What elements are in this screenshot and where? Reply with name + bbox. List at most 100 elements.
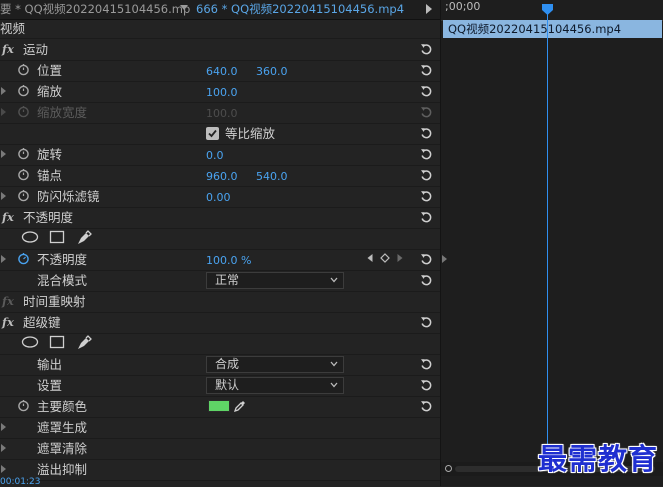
- stopwatch-icon[interactable]: [17, 189, 30, 202]
- zoom-handle-icon[interactable]: [445, 465, 452, 472]
- expand-triangle-icon[interactable]: [1, 423, 6, 431]
- tab-source[interactable]: 要 * QQ视频20220415104456.mp4: [0, 0, 190, 19]
- stopwatch-active-icon[interactable]: [17, 252, 30, 265]
- stopwatch-icon[interactable]: [17, 84, 30, 97]
- anchor-x-value[interactable]: 960.0: [206, 169, 238, 184]
- blend-mode-dropdown[interactable]: 正常: [206, 272, 344, 289]
- prop-position: 位置 640.0 360.0: [0, 60, 440, 82]
- clip-bar[interactable]: QQ视频20220415104456.mp4: [443, 20, 662, 38]
- reset-icon[interactable]: [419, 273, 433, 287]
- clip-name: QQ视频20220415104456.mp4: [448, 22, 622, 36]
- prop-uniform-scale: 等比缩放: [0, 123, 440, 145]
- reset-icon[interactable]: [419, 378, 433, 392]
- effect-opacity[interactable]: fx 不透明度: [0, 207, 440, 229]
- group-matte-cleanup[interactable]: 遮罩清除: [0, 438, 440, 460]
- prop-anchor: 锚点 960.0 540.0: [0, 165, 440, 187]
- prop-label: 防闪烁滤镜: [37, 189, 100, 204]
- mask-tools-row: [0, 228, 440, 250]
- chevron-down-icon: [330, 361, 338, 367]
- pen-mask-icon[interactable]: [76, 230, 92, 246]
- rectangle-mask-icon[interactable]: [49, 335, 65, 349]
- opacity-value[interactable]: 100.0 %: [206, 253, 251, 268]
- scale-value[interactable]: 100.0: [206, 85, 238, 100]
- playhead-handle-icon[interactable]: [542, 4, 553, 15]
- anti-flicker-value[interactable]: 0.00: [206, 190, 231, 205]
- reset-icon[interactable]: [419, 315, 433, 329]
- group-matte-generation[interactable]: 遮罩生成: [0, 417, 440, 439]
- watermark-logo: 最需教育: [538, 442, 659, 476]
- tab-menu-icon[interactable]: [180, 5, 188, 10]
- group-spill-suppression[interactable]: 溢出抑制: [0, 459, 440, 481]
- add-keyframe-icon[interactable]: [380, 253, 390, 263]
- effect-time-remap[interactable]: fx 时间重映射: [0, 291, 440, 313]
- prop-setting: 设置 默认: [0, 375, 440, 397]
- effect-ultra-key[interactable]: fx 超级键: [0, 312, 440, 334]
- reset-icon[interactable]: [419, 189, 433, 203]
- reset-icon[interactable]: [419, 210, 433, 224]
- anchor-y-value[interactable]: 540.0: [256, 169, 288, 184]
- stopwatch-icon[interactable]: [17, 168, 30, 181]
- prop-output: 输出 合成: [0, 354, 440, 376]
- prop-key-color: 主要颜色: [0, 396, 440, 418]
- fx-icon[interactable]: fx: [2, 210, 14, 224]
- expand-triangle-icon[interactable]: [1, 150, 6, 158]
- expand-triangle-icon[interactable]: [1, 255, 6, 263]
- prop-label: 旋转: [37, 147, 63, 162]
- mask-tools-row: [0, 333, 440, 355]
- reset-icon[interactable]: [419, 42, 433, 56]
- reset-icon[interactable]: [419, 126, 433, 140]
- chevron-down-icon: [330, 382, 338, 388]
- reset-icon[interactable]: [419, 399, 433, 413]
- setting-dropdown[interactable]: 默认: [206, 377, 344, 394]
- prev-keyframe-icon[interactable]: [366, 253, 374, 263]
- position-x-value[interactable]: 640.0: [206, 64, 238, 79]
- timeline-timecode: ;00;00: [445, 0, 481, 13]
- reset-icon[interactable]: [419, 252, 433, 266]
- pen-mask-icon[interactable]: [76, 335, 92, 351]
- reset-icon[interactable]: [419, 63, 433, 77]
- prop-rotation: 旋转 0.0: [0, 144, 440, 166]
- eyedropper-icon[interactable]: [233, 398, 247, 413]
- reset-icon[interactable]: [419, 147, 433, 161]
- stopwatch-icon: [17, 105, 30, 118]
- chevron-down-icon: [330, 277, 338, 283]
- uniform-scale-checkbox[interactable]: [206, 127, 219, 140]
- position-y-value[interactable]: 360.0: [256, 64, 288, 79]
- prop-label: 设置: [37, 378, 63, 393]
- fx-icon[interactable]: fx: [2, 315, 14, 329]
- playhead-line[interactable]: [547, 10, 548, 468]
- reset-icon[interactable]: [419, 84, 433, 98]
- rotation-value[interactable]: 0.0: [206, 148, 224, 163]
- expand-triangle-icon[interactable]: [1, 465, 6, 473]
- key-color-swatch[interactable]: [208, 400, 230, 412]
- tab-sequence[interactable]: 666 * QQ视频20220415104456.mp4: [196, 0, 404, 19]
- stopwatch-icon[interactable]: [17, 399, 30, 412]
- effect-motion[interactable]: fx 运动: [0, 39, 440, 61]
- reset-icon[interactable]: [419, 357, 433, 371]
- effect-time-remap-title: 时间重映射: [23, 294, 86, 309]
- reset-icon[interactable]: [419, 168, 433, 182]
- prop-anti-flicker: 防闪烁滤镜 0.00: [0, 186, 440, 208]
- stopwatch-icon[interactable]: [17, 147, 30, 160]
- ellipse-mask-icon[interactable]: [21, 230, 39, 244]
- stopwatch-icon[interactable]: [17, 63, 30, 76]
- panel-tab-bar: 要 * QQ视频20220415104456.mp4 666 * QQ视频202…: [0, 0, 440, 20]
- fx-icon[interactable]: fx: [2, 42, 14, 56]
- expand-triangle-icon[interactable]: [1, 87, 6, 95]
- prop-scale-width: 缩放宽度 100.0: [0, 102, 440, 124]
- prop-label: 不透明度: [37, 252, 88, 267]
- prop-label: 混合模式: [37, 273, 88, 288]
- play-only-icon[interactable]: [426, 4, 432, 14]
- effect-controls-panel: 视频 fx 运动 位置 640.0 360.0 缩放 100.0 缩放宽度 10…: [0, 20, 440, 486]
- prop-blend-mode: 混合模式 正常: [0, 270, 440, 292]
- expand-triangle-icon[interactable]: [1, 444, 6, 452]
- current-timecode[interactable]: 00:01:23: [0, 478, 40, 487]
- prop-label: 锚点: [37, 168, 63, 183]
- group-label: 遮罩清除: [37, 441, 88, 456]
- ellipse-mask-icon[interactable]: [21, 335, 39, 349]
- output-dropdown[interactable]: 合成: [206, 356, 344, 373]
- rectangle-mask-icon[interactable]: [49, 230, 65, 244]
- next-keyframe-icon[interactable]: [396, 253, 404, 263]
- expand-triangle-icon[interactable]: [1, 192, 6, 200]
- expand-triangle-icon: [1, 108, 6, 116]
